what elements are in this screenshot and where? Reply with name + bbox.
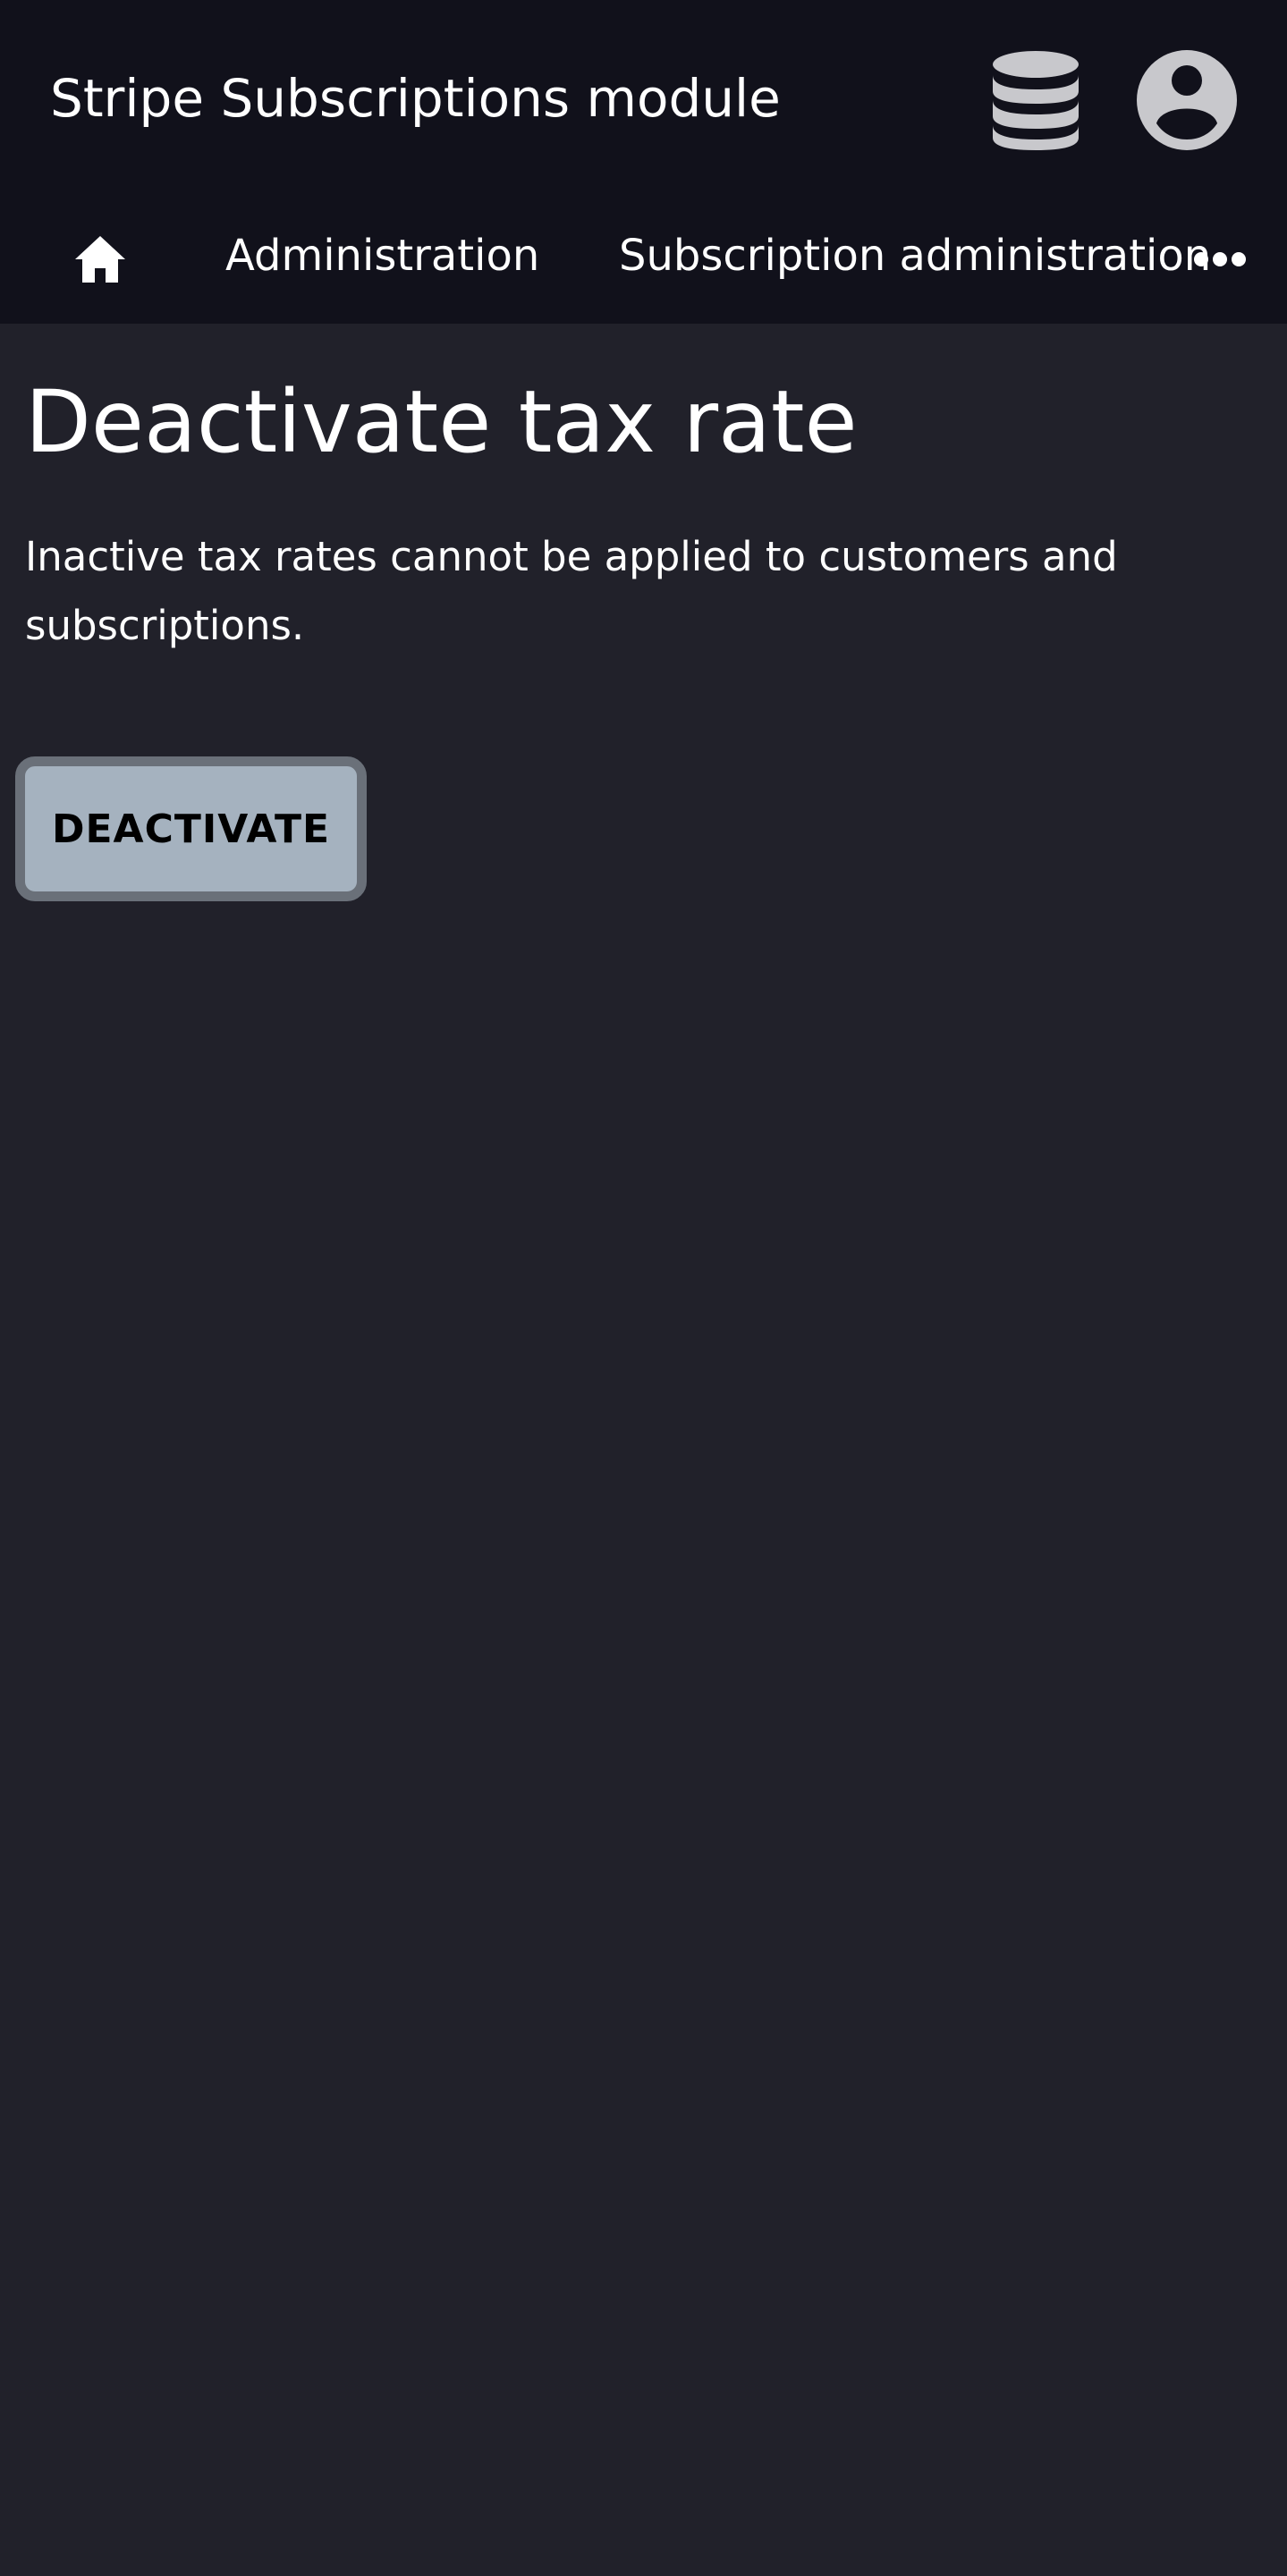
app-title: Stripe Subscriptions module: [50, 68, 781, 129]
description-text: Inactive tax rates cannot be applied to …: [25, 533, 1118, 649]
database-icon[interactable]: [989, 48, 1082, 152]
page-title: Deactivate tax rate: [25, 372, 858, 472]
deactivate-button[interactable]: DEACTIVATE: [15, 756, 367, 901]
home-icon[interactable]: [73, 234, 127, 284]
more-horizontal-icon[interactable]: [1193, 250, 1247, 268]
top-bar: Stripe Subscriptions module Administrati…: [0, 0, 1287, 324]
account-circle-icon[interactable]: [1135, 48, 1239, 152]
breadcrumb-subscription-administration[interactable]: Subscription administration: [619, 224, 1211, 288]
breadcrumb-administration[interactable]: Administration: [225, 224, 539, 288]
